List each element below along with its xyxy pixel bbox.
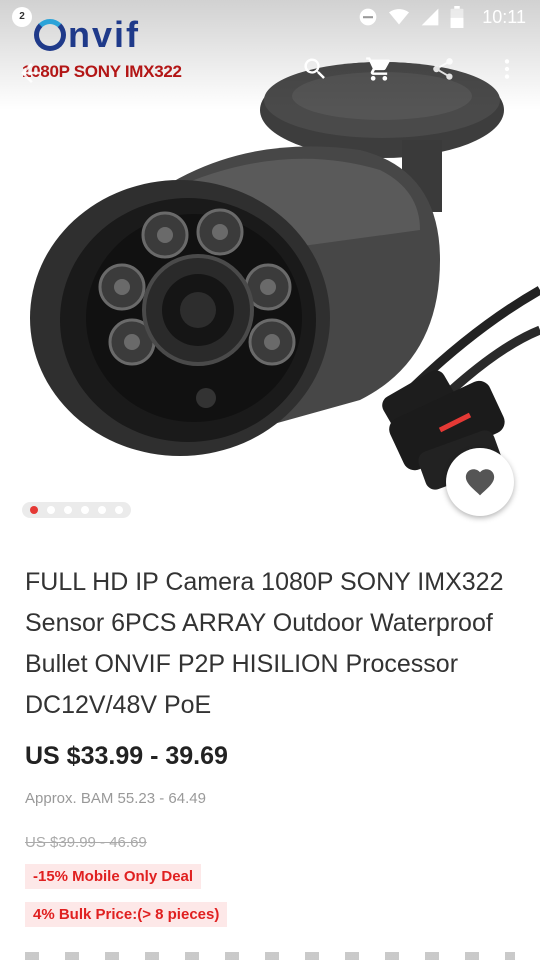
- status-bar: 2 10:11: [0, 0, 540, 34]
- carousel-dot[interactable]: [81, 506, 89, 514]
- original-price: US $39.99 - 46.69: [25, 834, 147, 851]
- product-image-gallery[interactable]: nvif 1080P SONY IMX322: [0, 0, 540, 530]
- signal-icon: [421, 8, 439, 26]
- carousel-dot[interactable]: [30, 506, 38, 514]
- cart-icon: [366, 57, 391, 81]
- mobile-deal-tag: -15% Mobile Only Deal: [25, 864, 202, 889]
- more-vert-icon: [504, 59, 510, 79]
- carousel-indicator: [22, 502, 131, 518]
- status-icons: 10:11: [358, 6, 526, 28]
- minus-circle-icon: [359, 8, 377, 26]
- back-button[interactable]: [16, 58, 46, 88]
- product-price: US $33.99 - 39.69: [25, 742, 228, 770]
- search-button[interactable]: [298, 52, 332, 86]
- back-arrow-icon: [21, 63, 41, 83]
- search-icon: [304, 58, 325, 79]
- approx-price: Approx. BAM 55.23 - 64.49: [25, 790, 206, 807]
- share-button[interactable]: [426, 52, 460, 86]
- status-time: 10:11: [482, 6, 526, 27]
- carousel-dot[interactable]: [98, 506, 106, 514]
- product-title: FULL HD IP Camera 1080P SONY IMX322 Sens…: [25, 568, 504, 719]
- wifi-icon: [389, 9, 410, 25]
- heart-icon: [465, 469, 495, 496]
- cart-button[interactable]: [362, 52, 396, 86]
- next-section-edge: [25, 952, 515, 960]
- wishlist-button[interactable]: [446, 448, 514, 516]
- battery-icon: [450, 6, 464, 28]
- carousel-dot[interactable]: [115, 506, 123, 514]
- share-icon: [433, 58, 453, 80]
- bulk-price-tag[interactable]: 4% Bulk Price:(> 8 pieces): [25, 902, 228, 927]
- toolbar-actions: [298, 52, 524, 86]
- more-options-button[interactable]: [490, 52, 524, 86]
- carousel-dot[interactable]: [64, 506, 72, 514]
- carousel-dot[interactable]: [47, 506, 55, 514]
- notification-count-badge: 2: [12, 7, 32, 27]
- product-detail-screen: nvif 1080P SONY IMX322 2 10:11 FULL HD I…: [0, 0, 540, 960]
